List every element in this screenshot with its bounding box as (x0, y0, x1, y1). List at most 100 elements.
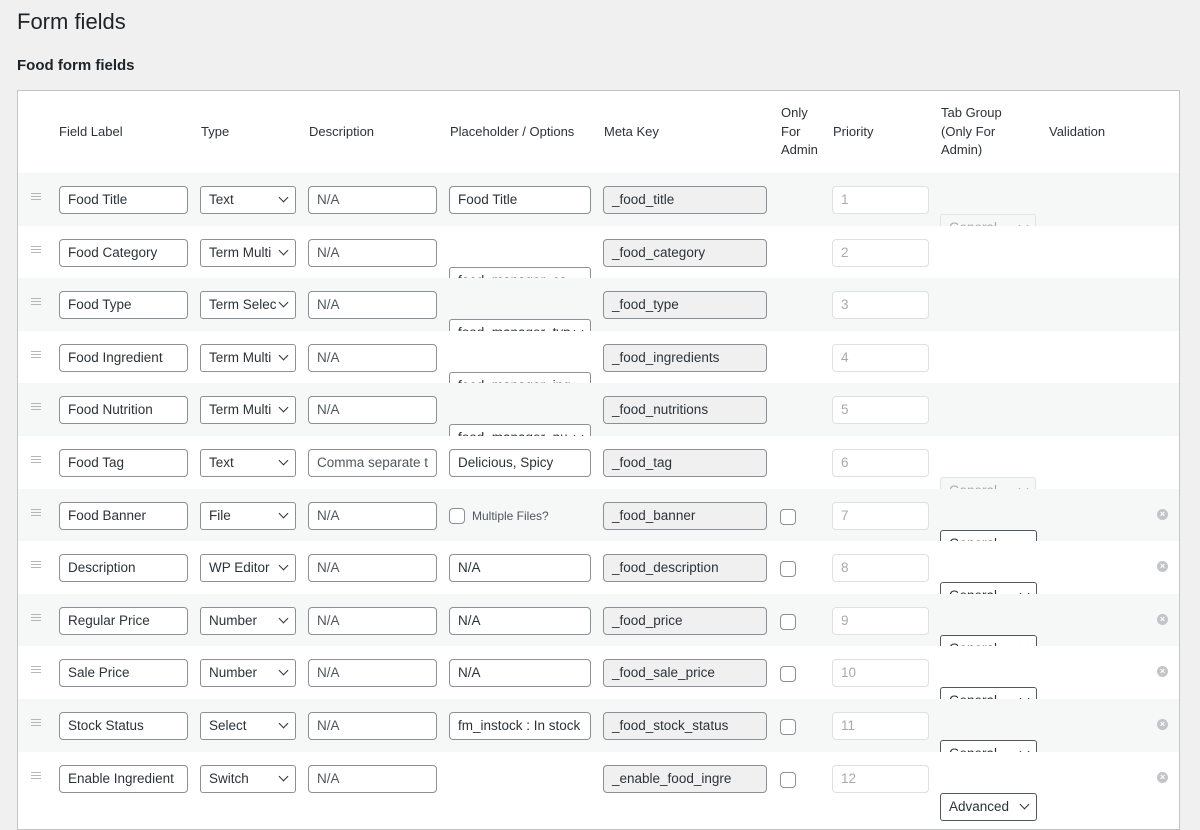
field-label-input[interactable]: Food Banner (59, 501, 188, 530)
drag-handle-icon[interactable] (31, 719, 41, 727)
drag-handle-icon[interactable] (31, 456, 41, 464)
drag-handle-icon[interactable] (31, 508, 41, 517)
drag-handle-icon[interactable] (31, 771, 41, 780)
priority-input[interactable]: 5 (832, 396, 929, 425)
meta-key-input[interactable]: _food_title (603, 186, 767, 214)
meta-key-input[interactable]: _food_banner (603, 501, 767, 530)
only-for-admin-checkbox[interactable] (780, 771, 796, 788)
type-select[interactable]: Select (200, 712, 296, 740)
remove-field-icon[interactable]: × (1157, 613, 1168, 625)
priority-input[interactable]: 12 (832, 764, 929, 793)
meta-key-input[interactable]: _food_tag (603, 449, 767, 477)
drag-handle-icon[interactable] (31, 245, 41, 254)
field-label-input[interactable]: Regular Price (59, 606, 188, 635)
meta-key-input[interactable]: _food_description (603, 554, 767, 583)
chevron-down-icon (278, 613, 289, 624)
chevron-down-icon (278, 665, 289, 676)
drag-handle-icon[interactable] (31, 193, 41, 201)
description-input[interactable]: N/A (308, 238, 437, 267)
type-select[interactable]: File (200, 501, 296, 530)
type-select[interactable]: Switch (200, 764, 296, 793)
priority-input[interactable]: 3 (832, 291, 929, 320)
remove-field-icon[interactable]: × (1157, 666, 1168, 678)
meta-key-input[interactable]: _food_stock_status (603, 712, 767, 740)
drag-handle-icon[interactable] (31, 403, 41, 411)
field-label-input[interactable]: Food Ingredient (59, 343, 188, 372)
drag-handle-icon[interactable] (31, 350, 41, 359)
only-for-admin-checkbox[interactable] (780, 613, 796, 630)
field-label-input[interactable]: Food Tag (59, 449, 188, 477)
remove-field-icon[interactable]: × (1157, 771, 1168, 783)
meta-key-input[interactable]: _food_type (603, 291, 767, 320)
drag-handle-icon[interactable] (31, 613, 41, 622)
meta-key-input[interactable]: _food_price (603, 606, 767, 635)
type-select[interactable]: Term Multi (200, 238, 296, 267)
description-input[interactable]: N/A (308, 764, 437, 793)
description-input[interactable]: N/A (308, 396, 437, 425)
priority-input[interactable]: 7 (832, 501, 929, 530)
description-input[interactable]: Comma separate t (308, 449, 437, 477)
header-field-label: Field Label (59, 124, 123, 139)
placeholder-input[interactable]: N/A (449, 554, 591, 583)
type-select[interactable]: Number (200, 659, 296, 688)
type-select[interactable]: Term Multi (200, 396, 296, 425)
priority-input[interactable]: 1 (832, 186, 929, 214)
field-label-input[interactable]: Stock Status (59, 712, 188, 740)
description-input[interactable]: N/A (308, 712, 437, 740)
type-select[interactable]: Number (200, 606, 296, 635)
description-input[interactable]: N/A (308, 659, 437, 688)
meta-key-input[interactable]: _food_nutritions (603, 396, 767, 425)
description-input[interactable]: N/A (308, 554, 437, 583)
type-select[interactable]: Term Multi (200, 343, 296, 372)
type-select-value: Text (209, 192, 234, 207)
type-select[interactable]: Text (200, 186, 296, 214)
placeholder-input[interactable]: N/A (449, 606, 591, 635)
field-label-input[interactable]: Enable Ingredient (59, 764, 188, 793)
remove-field-icon[interactable]: × (1157, 508, 1168, 520)
meta-key-input[interactable]: _enable_food_ingre (603, 764, 767, 793)
remove-field-icon[interactable]: × (1157, 561, 1168, 573)
drag-handle-icon[interactable] (31, 298, 41, 306)
priority-input[interactable]: 8 (832, 554, 929, 583)
chevron-down-icon (278, 560, 289, 571)
meta-key-input[interactable]: _food_sale_price (603, 659, 767, 688)
priority-input[interactable]: 4 (832, 343, 929, 372)
only-for-admin-checkbox[interactable] (780, 508, 796, 525)
description-input[interactable]: N/A (308, 291, 437, 320)
meta-key-input[interactable]: _food_ingredients (603, 343, 767, 372)
drag-handle-icon[interactable] (31, 561, 41, 569)
form-fields-table: Field Label Type Description Placeholder… (17, 90, 1180, 830)
priority-input[interactable]: 6 (832, 449, 929, 477)
field-label-input[interactable]: Sale Price (59, 659, 188, 688)
description-input[interactable]: N/A (308, 606, 437, 635)
type-select[interactable]: Text (200, 449, 296, 477)
remove-field-icon[interactable]: × (1157, 719, 1168, 730)
type-select[interactable]: Term Selec (200, 291, 296, 320)
field-label-input[interactable]: Food Type (59, 291, 188, 320)
type-select[interactable]: WP Editor (200, 554, 296, 583)
placeholder-input[interactable]: N/A (449, 659, 591, 688)
priority-input[interactable]: 9 (832, 606, 929, 635)
priority-input[interactable]: 10 (832, 659, 929, 688)
section-title: Food form fields (17, 57, 135, 74)
placeholder-input[interactable]: Food Title (449, 186, 591, 214)
chevron-down-icon (278, 350, 289, 361)
description-input[interactable]: N/A (308, 343, 437, 372)
only-for-admin-checkbox[interactable] (780, 561, 796, 578)
description-input[interactable]: N/A (308, 501, 437, 530)
meta-key-input[interactable]: _food_category (603, 238, 767, 267)
only-for-admin-checkbox[interactable] (780, 666, 796, 683)
field-label-input[interactable]: Description (59, 554, 188, 583)
field-label-input[interactable]: Food Nutrition (59, 396, 188, 425)
placeholder-input[interactable]: fm_instock : In stock (449, 712, 591, 740)
priority-input[interactable]: 11 (832, 712, 929, 740)
field-label-input[interactable]: Food Title (59, 186, 188, 214)
multiple-files-checkbox[interactable] (449, 507, 465, 524)
placeholder-input[interactable]: Delicious, Spicy (449, 449, 591, 477)
priority-input[interactable]: 2 (832, 238, 929, 267)
drag-handle-icon[interactable] (31, 666, 41, 674)
chevron-down-icon (1019, 799, 1030, 810)
description-input[interactable]: N/A (308, 186, 437, 214)
only-for-admin-checkbox[interactable] (780, 719, 796, 735)
field-label-input[interactable]: Food Category (59, 238, 188, 267)
